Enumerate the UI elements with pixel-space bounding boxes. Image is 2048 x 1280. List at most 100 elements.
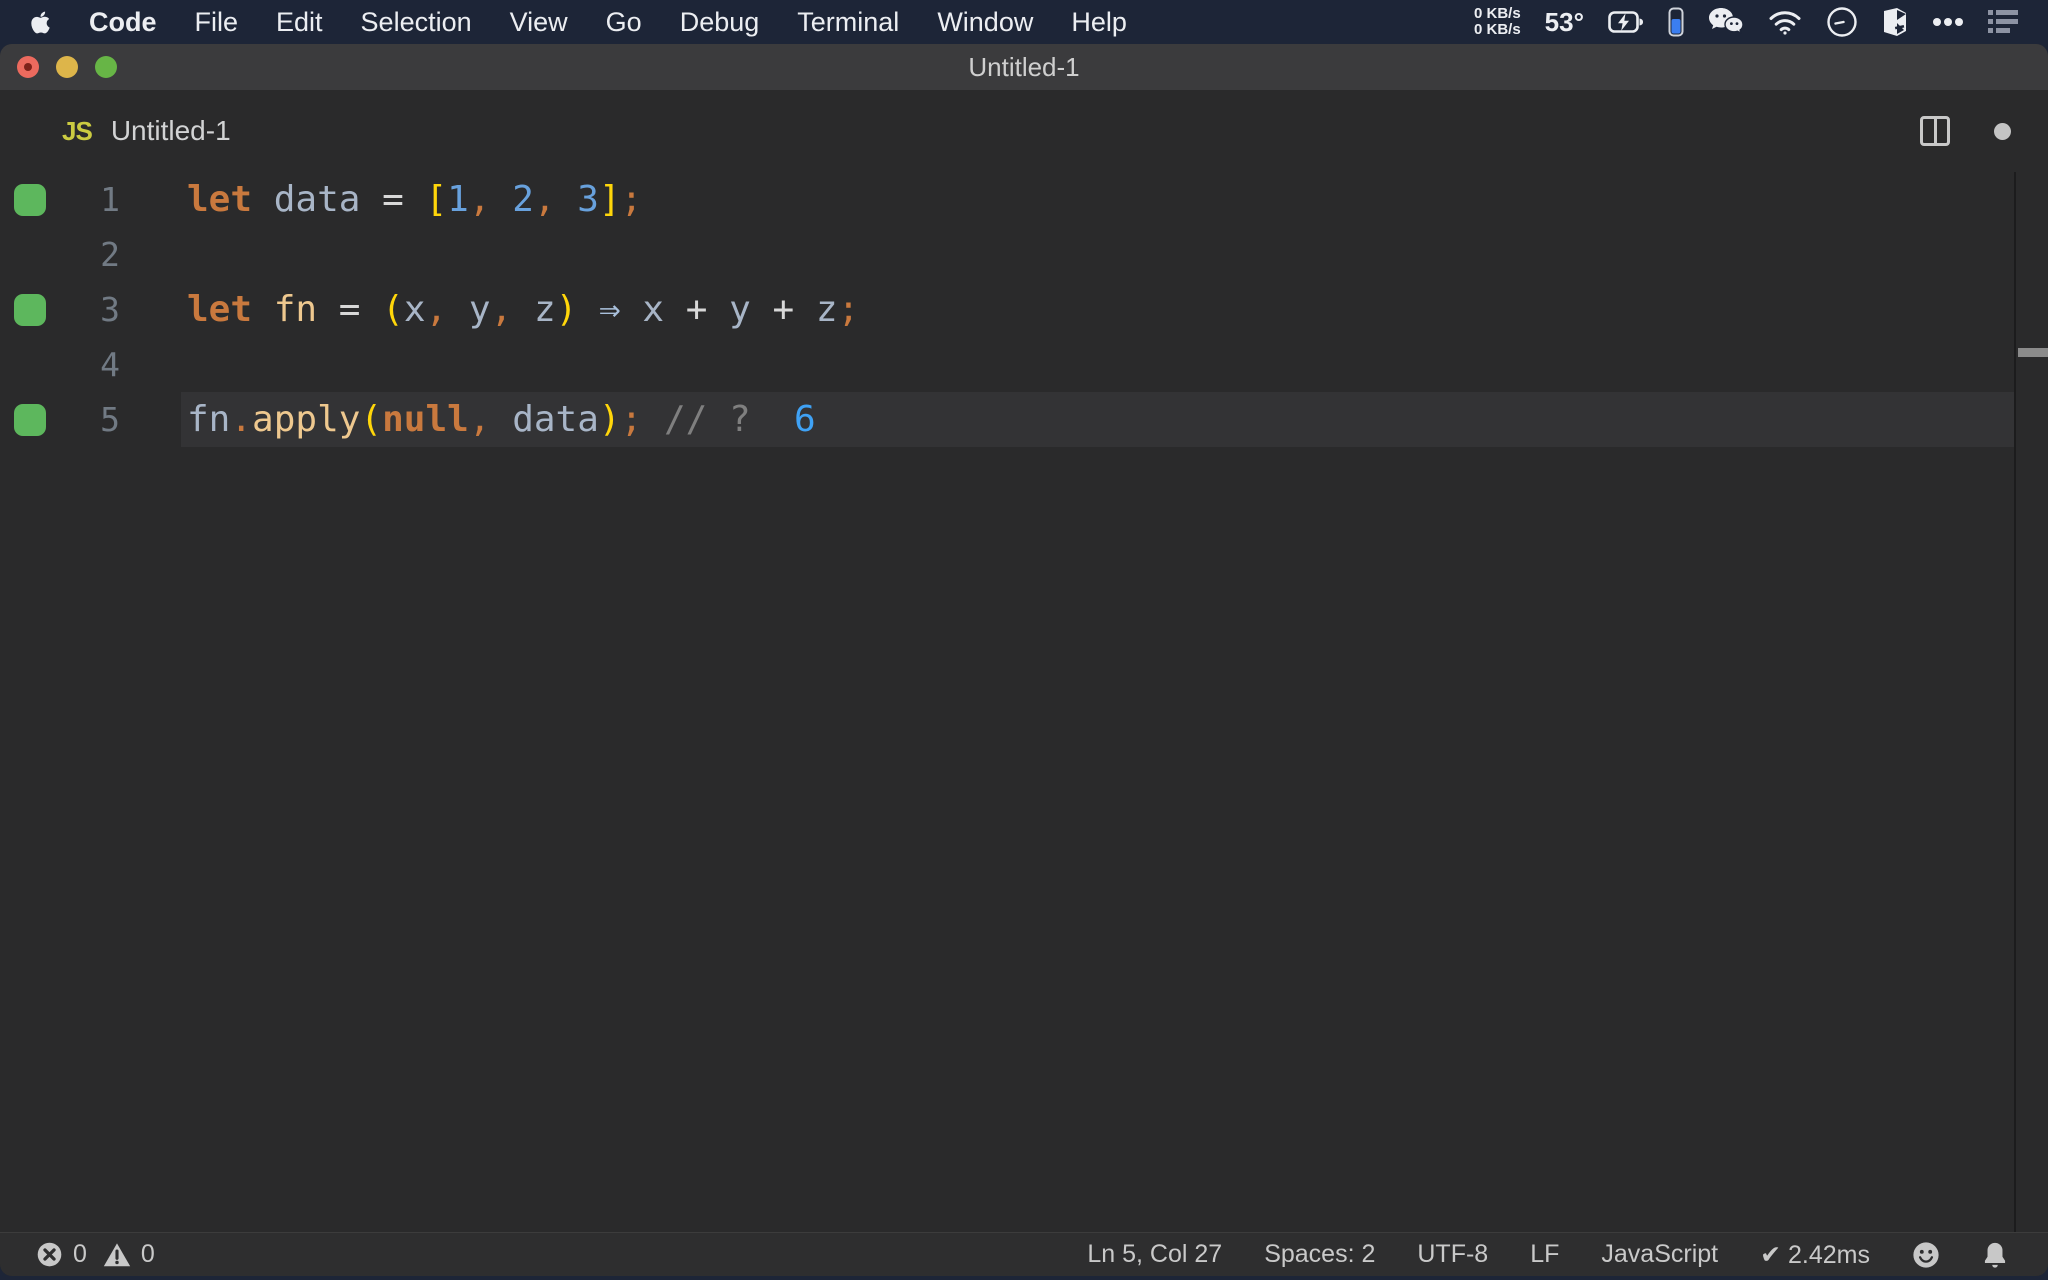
menu-code[interactable]: Code bbox=[89, 7, 157, 38]
line-content[interactable] bbox=[181, 337, 2014, 392]
javascript-file-icon: JS bbox=[62, 115, 93, 146]
code-line-3[interactable]: 3 let fn = (x, y, z) ⇒ x + y + z; bbox=[0, 282, 2048, 337]
line-number[interactable]: 3 bbox=[46, 290, 120, 329]
coverage-marker-icon bbox=[14, 183, 46, 216]
code-token: , bbox=[468, 179, 491, 220]
code-token: 6 bbox=[794, 399, 816, 440]
warning-icon bbox=[103, 1242, 131, 1268]
code-token: y bbox=[468, 289, 491, 330]
code-token: , bbox=[425, 289, 448, 330]
line-number[interactable]: 4 bbox=[46, 345, 120, 384]
code-token: null bbox=[382, 399, 469, 440]
split-editor-icon[interactable] bbox=[1920, 116, 1950, 146]
code-token: ; bbox=[837, 289, 860, 330]
menu-debug[interactable]: Debug bbox=[680, 7, 760, 38]
code-token: y bbox=[729, 289, 751, 330]
line-content[interactable]: let data = [1, 2, 3]; bbox=[181, 172, 2014, 227]
code-token: data bbox=[273, 179, 361, 220]
code-line-2[interactable]: 2 bbox=[0, 227, 2048, 282]
menu-go[interactable]: Go bbox=[606, 7, 642, 38]
coverage-marker-icon bbox=[14, 403, 46, 436]
overview-ruler-marker bbox=[2018, 348, 2048, 357]
menu-file[interactable]: File bbox=[195, 7, 239, 38]
status-indentation[interactable]: Spaces: 2 bbox=[1264, 1240, 1375, 1269]
code-token: . bbox=[230, 399, 253, 440]
menu-view[interactable]: View bbox=[510, 7, 568, 38]
line-content[interactable]: fn. apply(null, data); // ? 6 bbox=[181, 392, 2014, 447]
list-icon[interactable] bbox=[1988, 9, 2018, 35]
feedback-smiley-icon[interactable] bbox=[1912, 1241, 1940, 1269]
tab-untitled-1[interactable]: Untitled-1 bbox=[111, 115, 231, 147]
window-titlebar[interactable]: Untitled-1 bbox=[0, 44, 2048, 90]
error-icon bbox=[36, 1241, 63, 1268]
menu-edit[interactable]: Edit bbox=[276, 7, 323, 38]
code-token: x bbox=[403, 289, 426, 330]
code-line-5[interactable]: 5 fn. apply(null, data); // ? 6 bbox=[0, 392, 2048, 447]
code-token: , bbox=[468, 399, 491, 440]
notifications-bell-icon[interactable] bbox=[1982, 1241, 2008, 1269]
line-number[interactable]: 1 bbox=[46, 180, 120, 219]
code-token: ; bbox=[620, 399, 643, 440]
code-token: = bbox=[382, 179, 404, 220]
status-cursor-position[interactable]: Ln 5, Col 27 bbox=[1087, 1240, 1222, 1269]
network-speed[interactable]: 0 KB/s 0 KB/s bbox=[1474, 6, 1521, 38]
wifi-icon[interactable] bbox=[1768, 9, 1802, 35]
code-editor[interactable]: 1 let data = [1, 2, 3]; 2 3 let fn = (x, y, … bbox=[0, 172, 2048, 1232]
battery-charging-icon[interactable] bbox=[1608, 9, 1644, 35]
menu-help[interactable]: Help bbox=[1071, 7, 1127, 38]
do-not-disturb-icon[interactable] bbox=[1826, 6, 1858, 38]
status-eol[interactable]: LF bbox=[1530, 1240, 1559, 1269]
code-token: , bbox=[490, 289, 513, 330]
menu-selection[interactable]: Selection bbox=[361, 7, 472, 38]
cube-icon[interactable] bbox=[1882, 7, 1908, 37]
unsaved-changes-dot[interactable] bbox=[1994, 122, 2011, 140]
problems-warnings[interactable]: 0 bbox=[103, 1240, 155, 1269]
menu-window[interactable]: Window bbox=[937, 7, 1033, 38]
code-line-1[interactable]: 1 let data = [1, 2, 3]; bbox=[0, 172, 2048, 227]
apple-icon[interactable] bbox=[30, 10, 51, 35]
code-line-4[interactable]: 4 bbox=[0, 337, 2048, 392]
code-token: apply bbox=[252, 399, 361, 440]
menu-terminal[interactable]: Terminal bbox=[797, 7, 899, 38]
problems-errors[interactable]: 0 bbox=[36, 1240, 87, 1269]
code-token: z bbox=[815, 289, 838, 330]
code-token: ) bbox=[598, 399, 621, 440]
menubar: Code File Edit Selection View Go Debug Terminal… bbox=[0, 0, 2048, 44]
status-quokka-time[interactable]: ✔ 2.42ms bbox=[1760, 1240, 1870, 1270]
code-token: + bbox=[772, 289, 795, 330]
line-content[interactable]: let fn = (x, y, z) ⇒ x + y + z; bbox=[181, 282, 2014, 337]
wechat-icon[interactable] bbox=[1708, 7, 1744, 37]
code-token: ⇒ bbox=[599, 289, 621, 330]
code-token: z bbox=[533, 289, 556, 330]
temperature-status[interactable]: 53° bbox=[1545, 7, 1584, 38]
line-number[interactable]: 5 bbox=[46, 400, 120, 439]
battery-level-icon[interactable] bbox=[1668, 7, 1684, 37]
line-content[interactable] bbox=[181, 227, 2014, 282]
more-icon[interactable] bbox=[1932, 17, 1964, 27]
code-token: ] bbox=[598, 179, 621, 220]
status-encoding[interactable]: UTF-8 bbox=[1417, 1240, 1488, 1269]
code-token: 1 bbox=[447, 179, 469, 220]
code-token: let bbox=[187, 179, 253, 220]
code-token: = bbox=[338, 289, 361, 330]
code-token: x bbox=[642, 289, 665, 330]
line-number[interactable]: 2 bbox=[46, 235, 120, 274]
overview-ruler bbox=[2014, 172, 2048, 1232]
status-language[interactable]: JavaScript bbox=[1601, 1240, 1718, 1269]
